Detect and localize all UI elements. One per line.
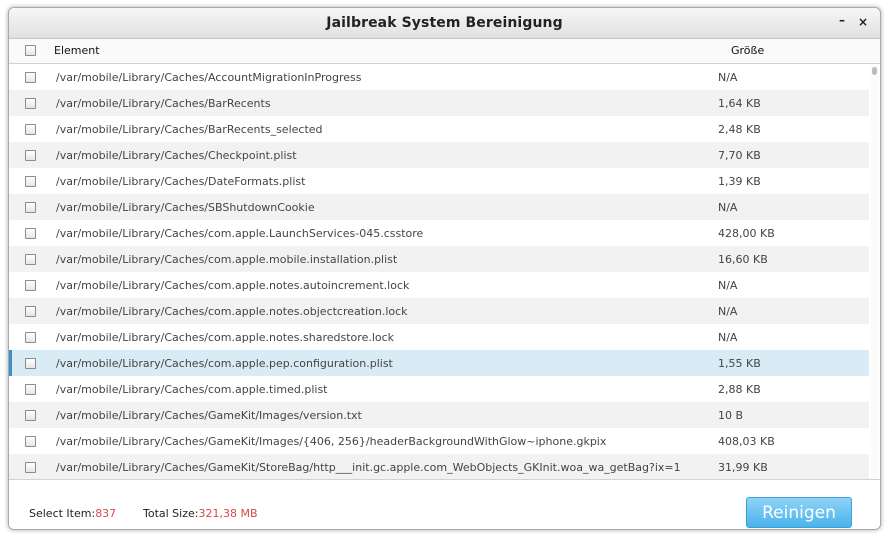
row-path: /var/mobile/Library/Caches/com.apple.not… [56, 305, 408, 318]
row-checkbox[interactable] [25, 228, 36, 239]
row-size: N/A [718, 279, 738, 292]
row-checkbox[interactable] [25, 124, 36, 135]
table-row[interactable]: /var/mobile/Library/Caches/com.apple.not… [9, 324, 869, 350]
row-path: /var/mobile/Library/Caches/com.apple.pep… [56, 357, 393, 370]
row-path: /var/mobile/Library/Caches/com.apple.mob… [56, 253, 398, 266]
row-size: 10 B [718, 409, 744, 422]
table-row[interactable]: /var/mobile/Library/Caches/SBShutdownCoo… [9, 194, 869, 220]
table-row[interactable]: /var/mobile/Library/Caches/Checkpoint.pl… [9, 142, 869, 168]
row-checkbox[interactable] [25, 306, 36, 317]
select-item-summary: Select Item:837 [29, 507, 116, 520]
table-row[interactable]: /var/mobile/Library/Caches/GameKit/Image… [9, 428, 869, 454]
row-path: /var/mobile/Library/Caches/SBShutdownCoo… [56, 201, 315, 214]
total-size-value: 321,38 MB [198, 507, 258, 520]
table-row[interactable]: /var/mobile/Library/Caches/com.apple.Lau… [9, 220, 869, 246]
row-path: /var/mobile/Library/Caches/Checkpoint.pl… [56, 149, 297, 162]
row-path: /var/mobile/Library/Caches/DateFormats.p… [56, 175, 306, 188]
window-title: Jailbreak System Bereinigung [326, 15, 563, 31]
select-item-count: 837 [95, 507, 117, 520]
table-row[interactable]: /var/mobile/Library/Caches/AccountMigrat… [9, 64, 869, 90]
row-checkbox[interactable] [25, 176, 36, 187]
row-size: 1,64 KB [718, 97, 761, 110]
row-size: 2,88 KB [718, 383, 761, 396]
vertical-scrollbar[interactable] [871, 64, 879, 479]
table-row[interactable]: /var/mobile/Library/Caches/BarRecents_se… [9, 116, 869, 142]
row-path: /var/mobile/Library/Caches/BarRecents [56, 97, 271, 110]
row-checkbox[interactable] [25, 332, 36, 343]
footer-bar: Select Item:837 Total Size:321,38 MB Rei… [9, 479, 880, 529]
table-header: Element Größe [9, 39, 880, 64]
close-button[interactable]: × [856, 15, 870, 29]
row-path: /var/mobile/Library/Caches/GameKit/Image… [56, 409, 362, 422]
table-row[interactable]: /var/mobile/Library/Caches/com.apple.mob… [9, 246, 869, 272]
table-row[interactable]: /var/mobile/Library/Caches/GameKit/Store… [9, 454, 869, 479]
row-size: N/A [718, 305, 738, 318]
reinigen-button[interactable]: Reinigen [746, 497, 852, 528]
select-item-label: Select Item: [29, 507, 96, 520]
table-row[interactable]: /var/mobile/Library/Caches/DateFormats.p… [9, 168, 869, 194]
row-checkbox[interactable] [25, 98, 36, 109]
select-all-checkbox[interactable] [25, 45, 36, 56]
scrollbar-thumb[interactable] [872, 67, 877, 75]
row-path: /var/mobile/Library/Caches/com.apple.Lau… [56, 227, 424, 240]
row-size: N/A [718, 71, 738, 84]
table-row[interactable]: /var/mobile/Library/Caches/GameKit/Image… [9, 402, 869, 428]
table-row[interactable]: /var/mobile/Library/Caches/com.apple.not… [9, 298, 869, 324]
total-size-summary: Total Size:321,38 MB [143, 507, 258, 520]
row-size: 408,03 KB [718, 435, 775, 448]
table-row[interactable]: /var/mobile/Library/Caches/com.apple.pep… [9, 350, 869, 376]
row-path: /var/mobile/Library/Caches/GameKit/Image… [56, 435, 607, 448]
file-list[interactable]: /var/mobile/Library/Caches/AccountMigrat… [9, 64, 869, 479]
row-checkbox[interactable] [25, 280, 36, 291]
row-path: /var/mobile/Library/Caches/com.apple.not… [56, 331, 395, 344]
row-checkbox[interactable] [25, 410, 36, 421]
title-bar: Jailbreak System Bereinigung – × [9, 8, 880, 39]
row-checkbox[interactable] [25, 72, 36, 83]
row-size: 1,55 KB [718, 357, 761, 370]
row-size: 16,60 KB [718, 253, 768, 266]
row-size: 7,70 KB [718, 149, 761, 162]
table-row[interactable]: /var/mobile/Library/Caches/com.apple.tim… [9, 376, 869, 402]
row-checkbox[interactable] [25, 150, 36, 161]
row-path: /var/mobile/Library/Caches/AccountMigrat… [56, 71, 362, 84]
minimize-button[interactable]: – [835, 13, 849, 27]
row-checkbox[interactable] [25, 462, 36, 473]
row-checkbox[interactable] [25, 436, 36, 447]
row-checkbox[interactable] [25, 358, 36, 369]
row-checkbox[interactable] [25, 254, 36, 265]
row-size: N/A [718, 331, 738, 344]
row-path: /var/mobile/Library/Caches/GameKit/Store… [56, 461, 681, 474]
column-header-size[interactable]: Größe [731, 44, 764, 57]
row-size: 1,39 KB [718, 175, 761, 188]
row-checkbox[interactable] [25, 384, 36, 395]
cleanup-window: Jailbreak System Bereinigung – × Element… [8, 7, 881, 530]
row-path: /var/mobile/Library/Caches/BarRecents_se… [56, 123, 323, 136]
row-path: /var/mobile/Library/Caches/com.apple.not… [56, 279, 410, 292]
column-header-element[interactable]: Element [54, 44, 100, 57]
row-size: 428,00 KB [718, 227, 775, 240]
table-row[interactable]: /var/mobile/Library/Caches/com.apple.not… [9, 272, 869, 298]
row-size: 2,48 KB [718, 123, 761, 136]
total-size-label: Total Size: [143, 507, 199, 520]
selection-marker [9, 350, 12, 376]
row-checkbox[interactable] [25, 202, 36, 213]
row-path: /var/mobile/Library/Caches/com.apple.tim… [56, 383, 328, 396]
row-size: N/A [718, 201, 738, 214]
table-row[interactable]: /var/mobile/Library/Caches/BarRecents 1,6… [9, 90, 869, 116]
row-size: 31,99 KB [718, 461, 768, 474]
